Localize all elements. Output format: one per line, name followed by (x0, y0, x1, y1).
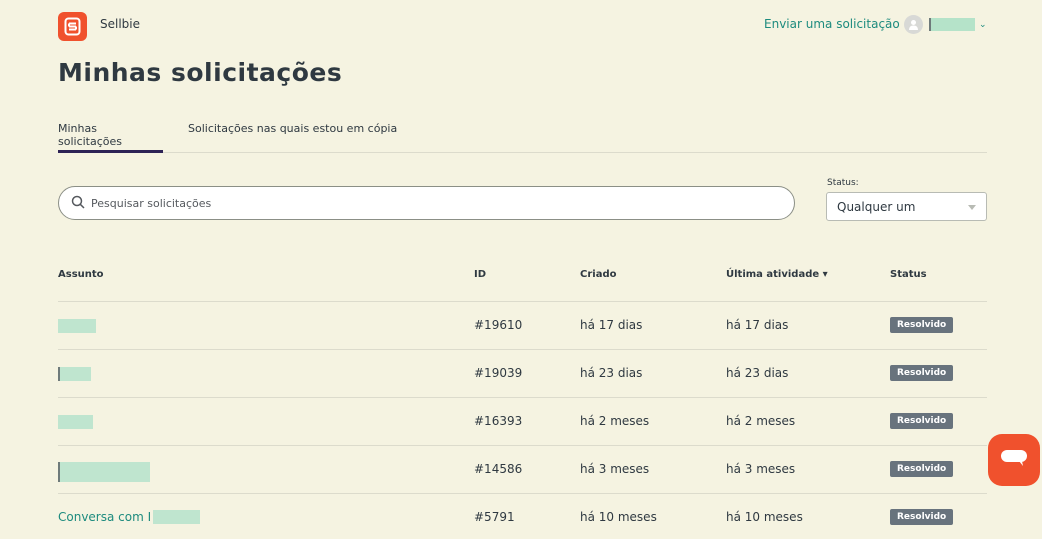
col-created[interactable]: Criado (580, 269, 616, 280)
status-badge: Resolvido (890, 364, 954, 381)
status-badge: Resolvido (890, 508, 954, 525)
table-row[interactable]: Conversa com I #5791 há 10 meses há 10 m… (58, 494, 987, 539)
request-id: #19610 (474, 318, 523, 332)
request-id: #5791 (474, 510, 515, 524)
status-filter-label: Status: (827, 178, 859, 188)
search-icon (71, 194, 85, 213)
table-header: Assunto ID Criado Última atividade ▾ Sta… (58, 254, 987, 302)
last-activity: há 23 dias (726, 366, 789, 380)
table-row[interactable]: #19039 há 23 dias há 23 dias Resolvido (58, 350, 987, 398)
col-id[interactable]: ID (474, 269, 486, 280)
search-input[interactable] (91, 196, 771, 210)
tab-cc-requests[interactable]: Solicitações nas quais estou em cópia (188, 122, 397, 153)
subject-link[interactable]: Conversa com I (58, 510, 201, 524)
created-date: há 10 meses (580, 510, 657, 524)
tab-my-requests[interactable]: Minhas solicitações (58, 122, 163, 153)
last-activity: há 10 meses (726, 510, 803, 524)
user-menu[interactable]: ⌄ (904, 15, 987, 34)
col-last-activity[interactable]: Última atividade ▾ (726, 269, 828, 280)
created-date: há 2 meses (580, 414, 650, 428)
search-box[interactable] (58, 186, 795, 220)
table-row[interactable]: #14586 há 3 meses há 3 meses Resolvido (58, 446, 987, 494)
status-badge: Resolvido (890, 412, 954, 429)
tab-bar: Minhas solicitações Solicitações nas qua… (58, 122, 987, 153)
created-date: há 3 meses (580, 462, 650, 476)
sellbie-logo-icon[interactable] (58, 12, 87, 41)
chevron-down-icon: ⌄ (979, 19, 987, 30)
status-filter-value: Qualquer um (837, 199, 916, 214)
last-activity: há 3 meses (726, 462, 796, 476)
subject-link[interactable] (58, 414, 93, 429)
subject-link[interactable] (58, 318, 96, 333)
user-avatar-icon (904, 15, 923, 34)
table-row[interactable]: #19610 há 17 dias há 17 dias Resolvido (58, 302, 987, 350)
requests-table: Assunto ID Criado Última atividade ▾ Sta… (58, 254, 987, 539)
request-id: #19039 (474, 366, 523, 380)
status-filter-select[interactable]: Qualquer um (826, 192, 987, 221)
status-badge: Resolvido (890, 316, 954, 333)
subject-link[interactable] (58, 462, 150, 482)
submit-request-link[interactable]: Enviar uma solicitação (764, 17, 900, 31)
last-activity: há 2 meses (726, 414, 796, 428)
caret-down-icon (968, 205, 976, 210)
header: Sellbie Enviar uma solicitação ⌄ (0, 0, 1042, 52)
request-id: #16393 (474, 414, 523, 428)
created-date: há 23 dias (580, 366, 643, 380)
table-row[interactable]: #16393 há 2 meses há 2 meses Resolvido (58, 398, 987, 446)
status-badge: Resolvido (890, 460, 954, 477)
col-status[interactable]: Status (890, 269, 927, 280)
subject-link[interactable] (58, 366, 91, 381)
chat-widget-button[interactable] (988, 434, 1040, 486)
username-redacted (929, 18, 975, 31)
brand-name[interactable]: Sellbie (100, 17, 140, 31)
last-activity: há 17 dias (726, 318, 789, 332)
chat-icon (1001, 450, 1027, 470)
request-id: #14586 (474, 462, 523, 476)
page-title: Minhas solicitações (58, 58, 343, 87)
col-subject[interactable]: Assunto (58, 269, 104, 280)
created-date: há 17 dias (580, 318, 643, 332)
